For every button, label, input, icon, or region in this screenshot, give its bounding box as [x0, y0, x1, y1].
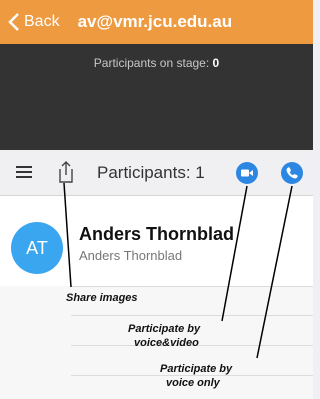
annotation-voice-line1: Participate by — [160, 363, 233, 375]
annotation-voice: Participate by voice only — [160, 362, 232, 390]
annotation-voice-line2: voice only — [166, 377, 220, 389]
annotation-share: Share images — [66, 292, 138, 304]
annotation-video-line1: Participate by — [128, 323, 201, 335]
annotation-video: Participate by voice&video — [128, 322, 200, 350]
annotation-video-line2: voice&video — [134, 337, 199, 349]
